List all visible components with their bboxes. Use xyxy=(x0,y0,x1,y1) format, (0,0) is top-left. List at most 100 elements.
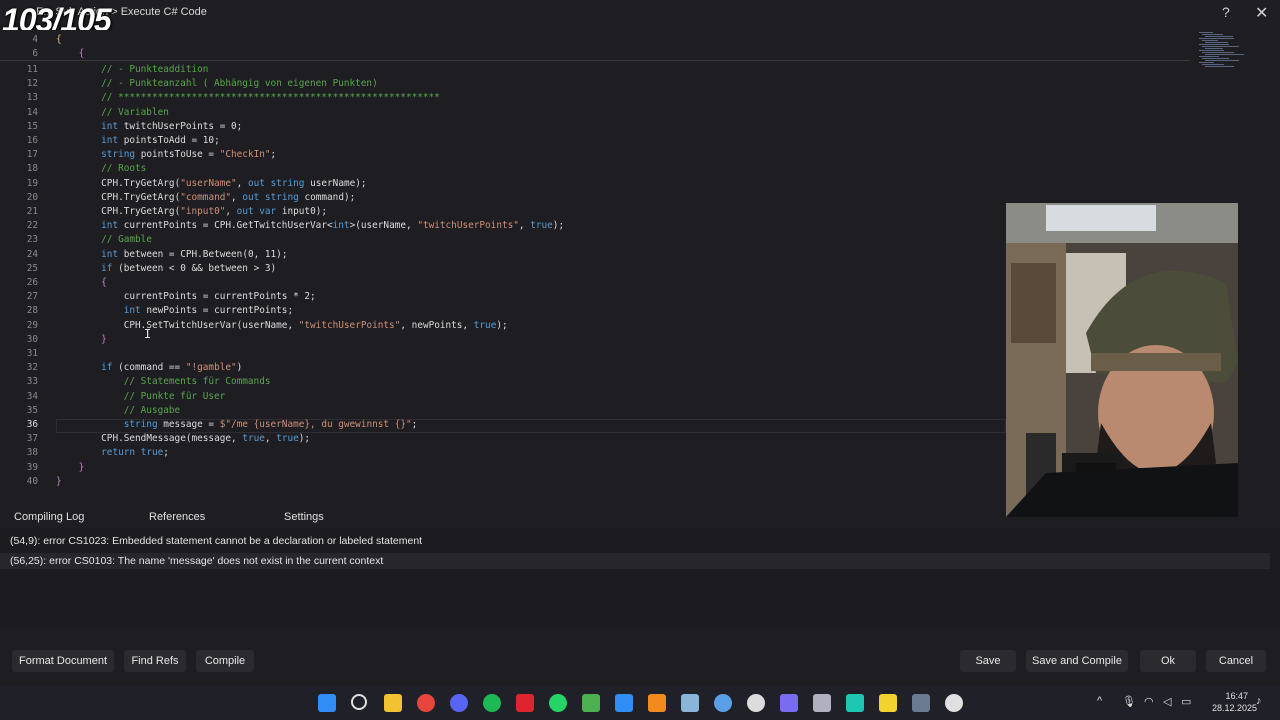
code-text[interactable]: CPH.TryGetArg("input0", out var input0); xyxy=(56,205,327,219)
code-line[interactable]: 26 { xyxy=(0,276,1000,290)
code-line[interactable]: 38 return true; xyxy=(0,446,1000,460)
code-text[interactable]: int twitchUserPoints = 0; xyxy=(56,120,242,134)
code-line[interactable]: 16 int pointsToAdd = 10; xyxy=(0,134,1000,148)
code-line[interactable]: 32 if (command == "!gamble") xyxy=(0,361,1000,375)
code-line[interactable]: 18 // Roots xyxy=(0,162,1000,176)
obs-icon[interactable] xyxy=(747,694,765,712)
code-line[interactable]: 34 // Punkte für User xyxy=(0,390,1000,404)
code-text[interactable]: } xyxy=(56,475,62,489)
code-text[interactable]: CPH.SendMessage(message, true, true); xyxy=(56,432,310,446)
notification-bell-icon[interactable]: ♪ xyxy=(1256,695,1262,707)
save-button[interactable]: Save xyxy=(960,650,1016,672)
code-text[interactable]: { xyxy=(56,47,85,61)
code-text[interactable]: // *************************************… xyxy=(56,91,440,105)
blue-globe-icon[interactable] xyxy=(714,694,732,712)
streamerbot-icon[interactable] xyxy=(780,694,798,712)
tab-settings[interactable]: Settings xyxy=(284,511,324,523)
code-text[interactable]: int pointsToAdd = 10; xyxy=(56,134,220,148)
code-text[interactable]: } xyxy=(56,333,107,347)
find-refs-button[interactable]: Find Refs xyxy=(124,650,186,672)
error-message[interactable]: (54,9): error CS1023: Embedded statement… xyxy=(10,535,422,547)
code-text[interactable]: CPH.TryGetArg("userName", out string use… xyxy=(56,177,366,191)
chatgpt-icon[interactable] xyxy=(945,694,963,712)
code-line[interactable]: 23 // Gamble xyxy=(0,233,1000,247)
file-explorer-icon[interactable] xyxy=(384,694,402,712)
code-line[interactable]: 13 // **********************************… xyxy=(0,91,1000,105)
orange-app-icon[interactable] xyxy=(648,694,666,712)
code-line[interactable]: 17 string pointsToUse = "CheckIn"; xyxy=(0,148,1000,162)
code-text[interactable]: if (command == "!gamble") xyxy=(56,361,242,375)
search-icon[interactable] xyxy=(351,694,367,710)
ok-button[interactable]: Ok xyxy=(1140,650,1196,672)
code-text[interactable]: // Statements für Commands xyxy=(56,375,271,389)
code-line[interactable]: 12 // - Punkteanzahl ( Abhängig von eige… xyxy=(0,77,1000,91)
green-editor-icon[interactable] xyxy=(582,694,600,712)
code-text[interactable]: { xyxy=(56,276,107,290)
red-app-icon[interactable] xyxy=(516,694,534,712)
minimap[interactable] xyxy=(1195,30,1250,70)
code-line[interactable]: 27 currentPoints = currentPoints * 2; xyxy=(0,290,1000,304)
code-text[interactable]: // Punkte für User xyxy=(56,390,226,404)
help-icon[interactable]: ? xyxy=(1222,4,1230,20)
format-document-button[interactable]: Format Document xyxy=(12,650,114,672)
volume-icon[interactable]: ◁ xyxy=(1163,695,1171,708)
code-text[interactable]: if (between < 0 && between > 3) xyxy=(56,262,276,276)
compile-button[interactable]: Compile xyxy=(196,650,254,672)
wifi-icon[interactable]: ◠ xyxy=(1144,695,1154,708)
vscode-icon[interactable] xyxy=(615,694,633,712)
code-line[interactable]: 40} xyxy=(0,475,1000,489)
code-line[interactable]: 20 CPH.TryGetArg("command", out string c… xyxy=(0,191,1000,205)
whatsapp-icon[interactable] xyxy=(549,694,567,712)
battery-icon[interactable]: ▭ xyxy=(1181,695,1191,708)
tray-chevron-icon[interactable]: ^ xyxy=(1097,695,1102,707)
code-line[interactable]: 37 CPH.SendMessage(message, true, true); xyxy=(0,432,1000,446)
code-text[interactable]: // Gamble xyxy=(56,233,152,247)
code-line[interactable]: 11 // - Punkteaddition xyxy=(0,63,1000,77)
error-message[interactable]: (56,25): error CS0103: The name 'message… xyxy=(10,555,383,567)
code-text[interactable]: // - Punkteaddition xyxy=(56,63,208,77)
cancel-button[interactable]: Cancel xyxy=(1206,650,1266,672)
code-text[interactable]: string message = $"/me {userName}, du gw… xyxy=(56,418,418,432)
code-text[interactable]: currentPoints = currentPoints * 2; xyxy=(56,290,316,304)
code-line[interactable]: 25 if (between < 0 && between > 3) xyxy=(0,262,1000,276)
spotify-icon[interactable] xyxy=(483,694,501,712)
code-line[interactable]: 31 xyxy=(0,347,1000,361)
code-text[interactable]: return true; xyxy=(56,446,169,460)
chrome-icon[interactable] xyxy=(417,694,435,712)
microphone-icon[interactable]: 🎙 xyxy=(1122,695,1136,708)
code-line[interactable]: 21 CPH.TryGetArg("input0", out var input… xyxy=(0,205,1000,219)
code-text[interactable]: { xyxy=(56,33,62,47)
code-line[interactable]: 15 int twitchUserPoints = 0; xyxy=(0,120,1000,134)
resolve-icon[interactable] xyxy=(912,694,930,712)
audio-app-icon[interactable] xyxy=(813,694,831,712)
code-text[interactable]: // Variablen xyxy=(56,106,169,120)
code-text[interactable]: CPH.SetTwitchUserVar(userName, "twitchUs… xyxy=(56,319,508,333)
discord-icon[interactable] xyxy=(450,694,468,712)
code-line[interactable]: 39 } xyxy=(0,461,1000,475)
code-text[interactable]: int between = CPH.Between(0, 11); xyxy=(56,248,287,262)
code-text[interactable]: // - Punkteanzahl ( Abhängig von eigenen… xyxy=(56,77,378,91)
yellow-notes-icon[interactable] xyxy=(879,694,897,712)
teal-app-icon[interactable] xyxy=(846,694,864,712)
close-icon[interactable]: ✕ xyxy=(1255,3,1268,23)
code-text[interactable]: int newPoints = currentPoints; xyxy=(56,304,293,318)
code-line[interactable]: 14 // Variablen xyxy=(0,106,1000,120)
code-line[interactable]: 22 int currentPoints = CPH.GetTwitchUser… xyxy=(0,219,1000,233)
code-text[interactable]: string pointsToUse = "CheckIn"; xyxy=(56,148,276,162)
code-text[interactable]: // Roots xyxy=(56,162,146,176)
clock[interactable]: 16:47 28.12.2025 xyxy=(1212,690,1257,714)
code-text[interactable]: int currentPoints = CPH.GetTwitchUserVar… xyxy=(56,219,564,233)
save-and-compile-button[interactable]: Save and Compile xyxy=(1026,650,1128,672)
windows-start-icon[interactable] xyxy=(318,694,336,712)
tab-compiling-log[interactable]: Compiling Log xyxy=(14,511,84,523)
code-text[interactable]: CPH.TryGetArg("command", out string comm… xyxy=(56,191,355,205)
steam-icon[interactable] xyxy=(681,694,699,712)
code-line[interactable]: 36 string message = $"/me {userName}, du… xyxy=(0,418,1000,432)
code-line[interactable]: 28 int newPoints = currentPoints; xyxy=(0,304,1000,318)
code-text[interactable]: // Ausgabe xyxy=(56,404,180,418)
code-line[interactable]: 24 int between = CPH.Between(0, 11); xyxy=(0,248,1000,262)
code-line[interactable]: 33 // Statements für Commands xyxy=(0,375,1000,389)
code-line[interactable]: 35 // Ausgabe xyxy=(0,404,1000,418)
tab-references[interactable]: References xyxy=(149,511,205,523)
code-text[interactable]: } xyxy=(56,461,85,475)
